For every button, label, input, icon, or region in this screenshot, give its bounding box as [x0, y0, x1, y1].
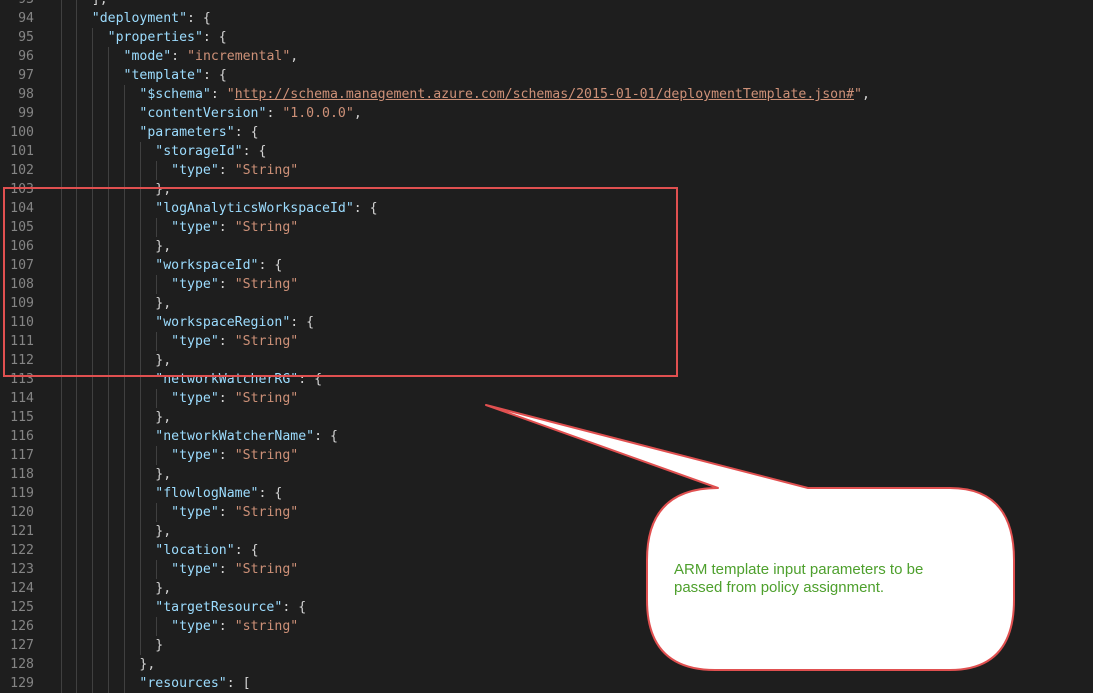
callout-text: ARM template input parameters to be pass… — [674, 561, 924, 596]
callout-shape — [485, 404, 1015, 671]
